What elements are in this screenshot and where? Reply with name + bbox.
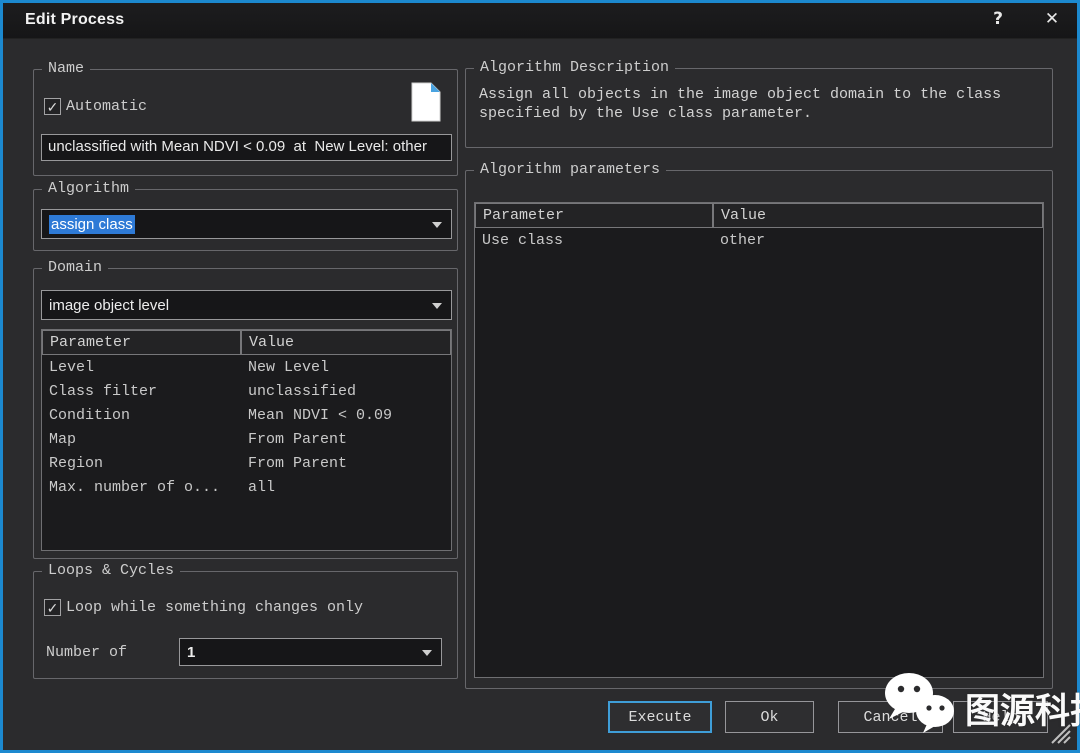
- execute-button[interactable]: Execute: [608, 701, 712, 733]
- algorithm-parameters-table: Parameter Value Use class other: [474, 202, 1044, 678]
- number-of-combobox[interactable]: 1: [179, 638, 442, 666]
- window-title: Edit Process: [25, 11, 124, 29]
- domain-group-label: Domain: [42, 259, 108, 276]
- check-icon: ✓: [47, 601, 59, 615]
- param-cell: Level: [42, 355, 241, 379]
- titlebar[interactable]: Edit Process ? ✕: [3, 3, 1077, 39]
- new-document-icon[interactable]: [411, 82, 441, 122]
- chevron-down-icon[interactable]: [432, 303, 442, 309]
- loops-cycles-group: Loops & Cycles ✓ Loop while something ch…: [33, 571, 458, 679]
- domain-combobox[interactable]: image object level: [41, 290, 452, 320]
- algorithm-group-label: Algorithm: [42, 180, 135, 197]
- table-row[interactable]: Level New Level: [42, 355, 451, 379]
- algorithm-description-text: Assign all objects in the image object d…: [479, 85, 1038, 123]
- process-name-input[interactable]: unclassified with Mean NDVI < 0.09 at Ne…: [41, 134, 452, 161]
- automatic-checkbox[interactable]: ✓ Automatic: [44, 98, 147, 115]
- edit-process-dialog: Edit Process ? ✕ Name ✓ Automatic unclas…: [0, 0, 1080, 753]
- checkbox-icon[interactable]: ✓: [44, 98, 61, 115]
- close-icon[interactable]: ✕: [1037, 9, 1067, 33]
- domain-group: Domain image object level Parameter Valu…: [33, 268, 458, 559]
- help-icon[interactable]: ?: [983, 9, 1013, 33]
- parameters-group-label: Algorithm parameters: [474, 161, 666, 178]
- value-cell: From Parent: [241, 427, 451, 451]
- name-group: Name ✓ Automatic unclassified with Mean …: [33, 69, 458, 176]
- loop-while-checkbox[interactable]: ✓ Loop while something changes only: [44, 599, 363, 616]
- chevron-down-icon[interactable]: [432, 222, 442, 228]
- cancel-button[interactable]: Cancel: [838, 701, 943, 733]
- algorithm-description-group: Algorithm Description Assign all objects…: [465, 68, 1053, 148]
- value-cell: all: [241, 475, 451, 499]
- number-of-value: 1: [187, 644, 195, 661]
- checkbox-icon[interactable]: ✓: [44, 599, 61, 616]
- domain-selected-value: image object level: [49, 297, 169, 314]
- algorithm-parameters-group: Algorithm parameters Parameter Value Use…: [465, 170, 1053, 689]
- algorithm-group: Algorithm assign class: [33, 189, 458, 251]
- loop-while-label: Loop while something changes only: [66, 599, 363, 616]
- param-cell: Max. number of o...: [42, 475, 241, 499]
- algorithm-selected-value: assign class: [49, 215, 135, 234]
- name-group-label: Name: [42, 60, 90, 77]
- table-row[interactable]: Use class other: [475, 228, 1043, 252]
- column-header[interactable]: Parameter: [42, 330, 241, 355]
- table-row[interactable]: Class filter unclassified: [42, 379, 451, 403]
- description-group-label: Algorithm Description: [474, 59, 675, 76]
- value-cell: Mean NDVI < 0.09: [241, 403, 451, 427]
- value-cell: New Level: [241, 355, 451, 379]
- algorithm-combobox[interactable]: assign class: [41, 209, 452, 239]
- column-header[interactable]: Value: [713, 203, 1043, 228]
- ok-button[interactable]: Ok: [725, 701, 814, 733]
- help-button[interactable]: Help: [953, 701, 1048, 733]
- table-header-row: Parameter Value: [475, 203, 1043, 228]
- value-cell: From Parent: [241, 451, 451, 475]
- resize-grip[interactable]: [1049, 722, 1071, 744]
- value-cell: other: [713, 228, 1043, 252]
- table-row[interactable]: Condition Mean NDVI < 0.09: [42, 403, 451, 427]
- param-cell: Condition: [42, 403, 241, 427]
- domain-parameter-table: Parameter Value Level New Level Class fi…: [41, 329, 452, 551]
- check-icon: ✓: [47, 100, 59, 114]
- param-cell: Use class: [475, 228, 713, 252]
- loops-group-label: Loops & Cycles: [42, 562, 180, 579]
- automatic-label: Automatic: [66, 98, 147, 115]
- column-header[interactable]: Parameter: [475, 203, 713, 228]
- number-of-label: Number of: [46, 644, 127, 661]
- table-row[interactable]: Max. number of o... all: [42, 475, 451, 499]
- param-cell: Map: [42, 427, 241, 451]
- param-cell: Region: [42, 451, 241, 475]
- table-row[interactable]: Map From Parent: [42, 427, 451, 451]
- value-cell: unclassified: [241, 379, 451, 403]
- param-cell: Class filter: [42, 379, 241, 403]
- table-header-row: Parameter Value: [42, 330, 451, 355]
- chevron-down-icon[interactable]: [422, 650, 432, 656]
- table-row[interactable]: Region From Parent: [42, 451, 451, 475]
- column-header[interactable]: Value: [241, 330, 451, 355]
